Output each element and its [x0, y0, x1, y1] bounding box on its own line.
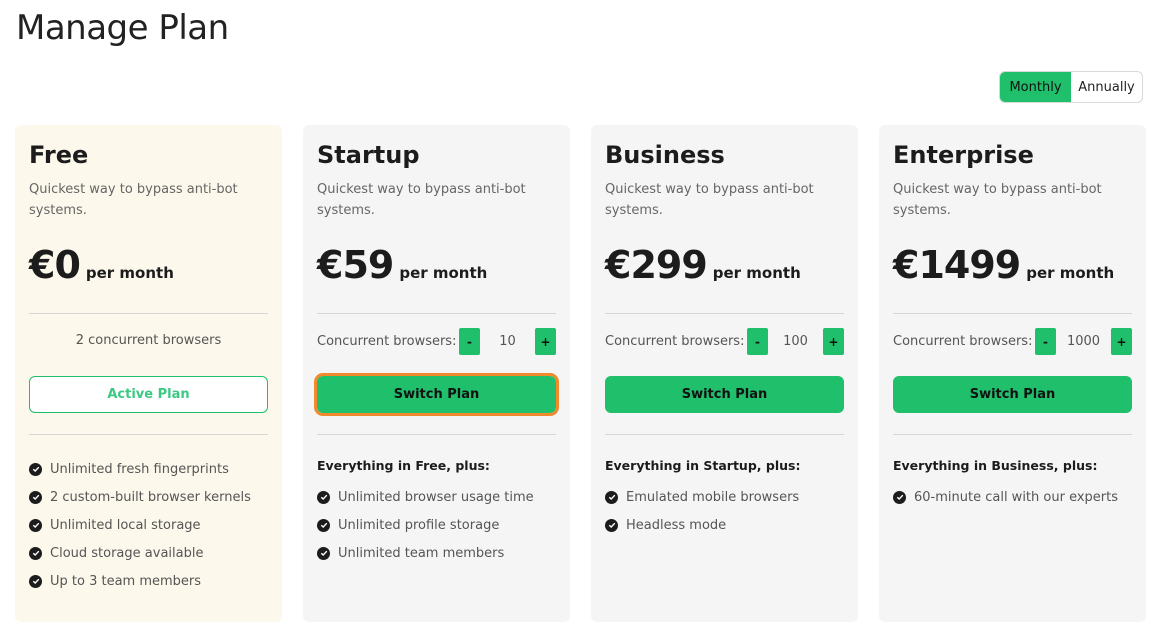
increment-button[interactable]: +: [535, 328, 556, 355]
increment-button[interactable]: +: [823, 328, 844, 355]
concurrent-browsers-row: Concurrent browsers: - 100 +: [605, 328, 844, 355]
plan-name: Free: [29, 141, 89, 169]
check-circle-icon: [317, 546, 330, 560]
concurrent-browsers-label: Concurrent browsers:: [893, 334, 1033, 349]
plan-description: Quickest way to bypass anti-bot systems.: [29, 182, 238, 218]
check-circle-icon: [893, 490, 906, 504]
switch-plan-button[interactable]: Switch Plan: [314, 373, 559, 416]
feature-text: Headless mode: [626, 517, 727, 533]
concurrent-browsers-row: Concurrent browsers: - 1000 +: [893, 328, 1132, 355]
feature-list: Unlimited fresh fingerprints 2 custom-bu…: [29, 455, 272, 595]
divider: [605, 434, 844, 435]
concurrent-browsers-stepper: - 1000 +: [1035, 328, 1132, 355]
feature-text: Unlimited fresh fingerprints: [50, 461, 229, 477]
feature-item: Up to 3 team members: [29, 567, 272, 595]
concurrent-browsers-label: Concurrent browsers:: [317, 334, 457, 349]
price-row: €299 per month: [605, 243, 801, 287]
decrement-button[interactable]: -: [747, 328, 768, 355]
switch-plan-button[interactable]: Switch Plan: [893, 376, 1132, 413]
feature-text: Emulated mobile browsers: [626, 489, 800, 505]
feature-item: Unlimited team members: [317, 539, 560, 567]
plan-price: €59: [317, 243, 394, 287]
feature-text: Unlimited browser usage time: [338, 489, 534, 505]
check-circle-icon: [605, 518, 618, 532]
features-heading: Everything in Business, plus:: [893, 458, 1098, 473]
concurrent-browsers-value[interactable]: 10: [480, 334, 535, 349]
price-row: €59 per month: [317, 243, 487, 287]
divider: [893, 434, 1132, 435]
price-row: €1499 per month: [893, 243, 1114, 287]
divider: [29, 313, 268, 314]
feature-item: Headless mode: [605, 511, 848, 539]
feature-list: Everything in Business, plus: 60-minute …: [893, 455, 1136, 511]
price-period: per month: [712, 264, 801, 282]
features-heading: Everything in Startup, plus:: [605, 458, 801, 473]
decrement-button[interactable]: -: [459, 328, 480, 355]
concurrent-browsers-stepper: - 10 +: [459, 328, 556, 355]
plan-description: Quickest way to bypass anti-bot systems.: [893, 182, 1102, 218]
billing-period-toggle: Monthly Annually: [999, 71, 1143, 103]
features-heading: Everything in Free, plus:: [317, 458, 490, 473]
concurrent-browsers-stepper: - 100 +: [747, 328, 844, 355]
plan-name: Startup: [317, 141, 420, 169]
plan-description: Quickest way to bypass anti-bot systems.: [605, 182, 814, 218]
decrement-button[interactable]: -: [1035, 328, 1056, 355]
price-period: per month: [399, 264, 488, 282]
concurrent-browsers-label: Concurrent browsers:: [605, 334, 745, 349]
check-circle-icon: [317, 490, 330, 504]
feature-item: Unlimited profile storage: [317, 511, 560, 539]
feature-text: 60-minute call with our experts: [914, 489, 1118, 505]
concurrent-browsers-row: Concurrent browsers: - 10 +: [317, 328, 556, 355]
price-period: per month: [1026, 264, 1115, 282]
plan-card-free: Free Quickest way to bypass anti-bot sys…: [15, 125, 282, 622]
plan-name: Business: [605, 141, 725, 169]
toggle-monthly[interactable]: Monthly: [1000, 72, 1071, 102]
concurrent-browsers-text: 2 concurrent browsers: [75, 333, 222, 348]
feature-text: Unlimited local storage: [50, 517, 201, 533]
check-circle-icon: [29, 462, 42, 476]
feature-item: Unlimited fresh fingerprints: [29, 455, 272, 483]
feature-item: Unlimited local storage: [29, 511, 272, 539]
feature-list: Everything in Free, plus: Unlimited brow…: [317, 455, 560, 567]
plan-description: Quickest way to bypass anti-bot systems.: [317, 182, 526, 218]
plan-name: Enterprise: [893, 141, 1034, 169]
plan-card-enterprise: Enterprise Quickest way to bypass anti-b…: [879, 125, 1146, 622]
check-circle-icon: [29, 546, 42, 560]
feature-item: Unlimited browser usage time: [317, 483, 560, 511]
divider: [29, 434, 268, 435]
feature-item: 60-minute call with our experts: [893, 483, 1136, 511]
check-circle-icon: [29, 574, 42, 588]
check-circle-icon: [29, 490, 42, 504]
concurrent-browsers-value[interactable]: 100: [768, 334, 823, 349]
divider: [605, 313, 844, 314]
active-plan-button[interactable]: Active Plan: [29, 376, 268, 413]
plan-price: €1499: [893, 243, 1021, 287]
feature-item: 2 custom-built browser kernels: [29, 483, 272, 511]
feature-text: Unlimited profile storage: [338, 517, 500, 533]
check-circle-icon: [317, 518, 330, 532]
feature-item: Emulated mobile browsers: [605, 483, 848, 511]
plan-price: €0: [29, 243, 81, 287]
switch-plan-button[interactable]: Switch Plan: [605, 376, 844, 413]
page-title: Manage Plan: [16, 8, 229, 48]
plan-price: €299: [605, 243, 708, 287]
feature-item: Cloud storage available: [29, 539, 272, 567]
feature-text: Cloud storage available: [50, 545, 204, 561]
feature-text: Unlimited team members: [338, 545, 505, 561]
check-circle-icon: [605, 490, 618, 504]
feature-text: 2 custom-built browser kernels: [50, 489, 251, 505]
divider: [317, 434, 556, 435]
plan-card-startup: Startup Quickest way to bypass anti-bot …: [303, 125, 570, 622]
feature-list: Everything in Startup, plus: Emulated mo…: [605, 455, 848, 539]
price-period: per month: [85, 264, 174, 282]
divider: [317, 313, 556, 314]
plan-card-business: Business Quickest way to bypass anti-bot…: [591, 125, 858, 622]
price-row: €0 per month: [29, 243, 174, 287]
toggle-annually[interactable]: Annually: [1071, 72, 1142, 102]
divider: [893, 313, 1132, 314]
feature-text: Up to 3 team members: [50, 573, 202, 589]
concurrent-browsers-value[interactable]: 1000: [1056, 334, 1111, 349]
check-circle-icon: [29, 518, 42, 532]
increment-button[interactable]: +: [1111, 328, 1132, 355]
